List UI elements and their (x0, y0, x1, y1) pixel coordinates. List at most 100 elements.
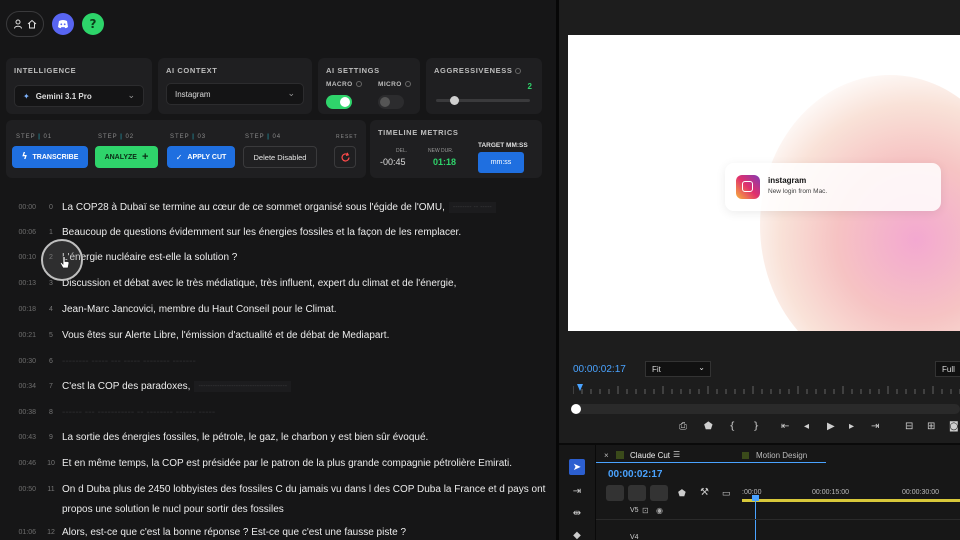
aggressiveness-title: AGGRESSIVENESS (434, 66, 522, 75)
user-home-pill[interactable] (6, 11, 44, 37)
mark-in-icon[interactable]: { (729, 421, 735, 432)
analyze-button[interactable]: ANALYZE + (95, 146, 158, 168)
transcript-row[interactable]: 00:21 5 Vous êtes sur Alerte Libre, l'émis… (0, 322, 556, 348)
model-select[interactable]: ✦ Gemini 3.1 Pro ⌄ (14, 85, 144, 107)
transcript-row[interactable]: 00:43 9 La sortie des énergies fossiles, l… (0, 424, 556, 450)
transcript-row[interactable]: 00:18 4 Jean-Marc Jancovici, membre du Hau… (0, 296, 556, 322)
row-text[interactable]: Alors, est-ce que c'est la bonne réponse… (62, 527, 406, 538)
delete-disabled-button[interactable]: Delete Disabled (243, 146, 317, 168)
monitor-ruler[interactable] (573, 384, 960, 394)
monitor-timecode[interactable]: 00:00:02:17 (573, 364, 626, 375)
home-icon[interactable] (27, 19, 37, 29)
full-dropdown[interactable]: Full (935, 361, 960, 377)
row-text[interactable]: L'énergie nucléaire est-elle la solution… (62, 252, 237, 263)
delete-label: Delete Disabled (253, 152, 307, 162)
monitor-scrubber[interactable] (571, 404, 960, 414)
transcribe-label: TRANSCRIBE (32, 153, 79, 161)
sequence-timecode[interactable]: 00:00:02:17 (608, 469, 662, 480)
row-index: 0 (49, 203, 53, 211)
ai-settings-card: AI SETTINGS MACRO MICRO (318, 58, 420, 114)
magnet-icon[interactable] (628, 485, 646, 501)
discord-icon[interactable] (52, 13, 74, 35)
playhead-handle[interactable] (752, 495, 759, 501)
razor-tool-icon[interactable]: ◆ (569, 527, 585, 540)
row-text[interactable]: Beaucoup de questions évidemment sur les… (62, 227, 461, 238)
transcript-row[interactable]: 01:06 12 Alors, est-ce que c'est la bonne … (0, 519, 556, 540)
captions-icon[interactable]: ▭ (722, 488, 731, 499)
lift-icon[interactable]: ⊟ (905, 421, 913, 432)
reset-button[interactable] (334, 146, 356, 168)
row-text[interactable]: La sortie des énergies fossiles, le pétr… (62, 432, 428, 443)
row-text[interactable]: Vous êtes sur Alerte Libre, l'émission d… (62, 330, 389, 341)
transcript-row[interactable]: 00:13 3 Discussion et débat avec le très m… (0, 270, 556, 296)
macro-toggle[interactable] (326, 95, 352, 109)
eye-icon[interactable]: ◉ (656, 506, 663, 515)
step-back-icon[interactable]: ◂ (804, 421, 809, 432)
extract-icon[interactable]: ⊞ (927, 421, 935, 432)
row-text[interactable]: Discussion et débat avec le très médiati… (62, 278, 456, 289)
row-text[interactable]: Et en même temps, la COP est présidée pa… (62, 458, 512, 469)
apply-cut-label: APPLY CUT (187, 153, 227, 161)
plus-icon: + (141, 151, 149, 163)
go-to-out-icon[interactable]: ⇥ (871, 421, 879, 432)
micro-toggle[interactable] (378, 95, 404, 109)
track-v4-label: V4 (630, 534, 639, 540)
context-select[interactable]: Instagram ⌄ (166, 83, 304, 105)
close-tab-icon[interactable]: × (604, 451, 609, 460)
wrench-icon[interactable]: ⚒ (700, 487, 709, 498)
step-forward-icon[interactable]: ▸ (849, 421, 854, 432)
row-text[interactable]: -------- ----- --- ----- -------- ------… (62, 356, 196, 367)
transcript-row[interactable]: 00:06 1 Beaucoup de questions évidemment s… (0, 219, 556, 245)
row-text[interactable]: On d Duba plus de 2450 lobbyistes des fo… (62, 484, 545, 495)
transcript-row[interactable]: 00:30 6 -------- ----- --- ----- -------- … (0, 348, 556, 374)
aggressiveness-slider-handle[interactable] (450, 96, 460, 105)
transcribe-button[interactable]: ϟ TRANSCRIBE (12, 146, 88, 168)
cursor-highlight (41, 239, 83, 281)
full-label: Full (942, 364, 955, 374)
marker-icon[interactable]: ⬟ (704, 421, 713, 432)
transcript-row[interactable]: 00:34 7 C'est la COP des paradoxes, -------… (0, 373, 556, 399)
timeline-metrics-card: TIMELINE METRICS DEL. -00:45 NEW DUR. 01… (370, 120, 542, 178)
tab-claude-cut[interactable]: Claude Cut (630, 451, 670, 460)
playhead[interactable] (755, 495, 756, 540)
row-text[interactable]: C'est la COP des paradoxes, (62, 381, 190, 392)
ripple-edit-tool-icon[interactable]: ⇹ (569, 505, 585, 521)
intelligence-title: INTELLIGENCE (14, 66, 77, 75)
transcript-row[interactable]: 00:46 10 Et en même temps, la COP est prés… (0, 450, 556, 476)
snap-icon[interactable] (606, 485, 624, 501)
steps-card: STEP | 01 STEP | 02 STEP | 03 STEP | 04 … (6, 120, 366, 178)
marker-add-icon[interactable]: ⬟ (678, 488, 686, 499)
fit-dropdown[interactable]: Fit ⌄ (645, 361, 711, 377)
row-text[interactable]: ------ --- ----------- -- -------- -----… (62, 407, 215, 418)
apply-cut-button[interactable]: ✓ APPLY CUT (167, 146, 235, 168)
step2-label: STEP | 02 (98, 134, 135, 140)
person-icon[interactable] (13, 19, 23, 29)
target-input[interactable]: mm:ss (478, 152, 524, 173)
camera-icon[interactable]: ◙ (949, 421, 959, 432)
work-area-bar[interactable] (742, 499, 960, 502)
intelligence-card: INTELLIGENCE ✦ Gemini 3.1 Pro ⌄ (6, 58, 152, 114)
row-text[interactable]: Jean-Marc Jancovici, membre du Haut Cons… (62, 304, 337, 315)
menu-icon[interactable]: ☰ (673, 450, 680, 459)
transcript-row[interactable]: 00:00 0 La COP28 à Dubaï se termine au cœu… (0, 194, 556, 220)
export-frame-icon[interactable]: ⎙ (679, 421, 687, 432)
scrub-handle[interactable] (571, 404, 581, 414)
row-text[interactable]: La COP28 à Dubaï se termine au cœur de c… (62, 202, 445, 213)
go-to-in-icon[interactable]: ⇤ (781, 421, 789, 432)
track-select-tool-icon[interactable]: ⇥ (569, 483, 585, 499)
tab-motion-design[interactable]: Motion Design (756, 451, 807, 460)
help-icon[interactable]: ? (82, 13, 104, 35)
transcript-row[interactable]: 00:38 8 ------ --- ----------- -- --------… (0, 399, 556, 425)
model-value: Gemini 3.1 Pro (35, 91, 92, 101)
row-text[interactable]: propos une solution le nucl pour sortir … (62, 504, 284, 515)
play-icon[interactable]: ▶ (827, 421, 835, 432)
del-label: DEL. (396, 148, 408, 154)
sync-lock-icon[interactable]: ⊡ (642, 506, 649, 515)
linked-selection-icon[interactable] (650, 485, 668, 501)
row-ghost-text: -------------------------------------- (194, 380, 292, 392)
row-timestamp: 00:38 (18, 408, 36, 416)
info-icon (355, 81, 362, 88)
mark-out-icon[interactable]: } (753, 421, 759, 432)
transcript-row[interactable]: 00:10 2 L'énergie nucléaire est-elle la so… (0, 244, 556, 270)
selection-tool-icon[interactable]: ➤ (569, 459, 585, 475)
